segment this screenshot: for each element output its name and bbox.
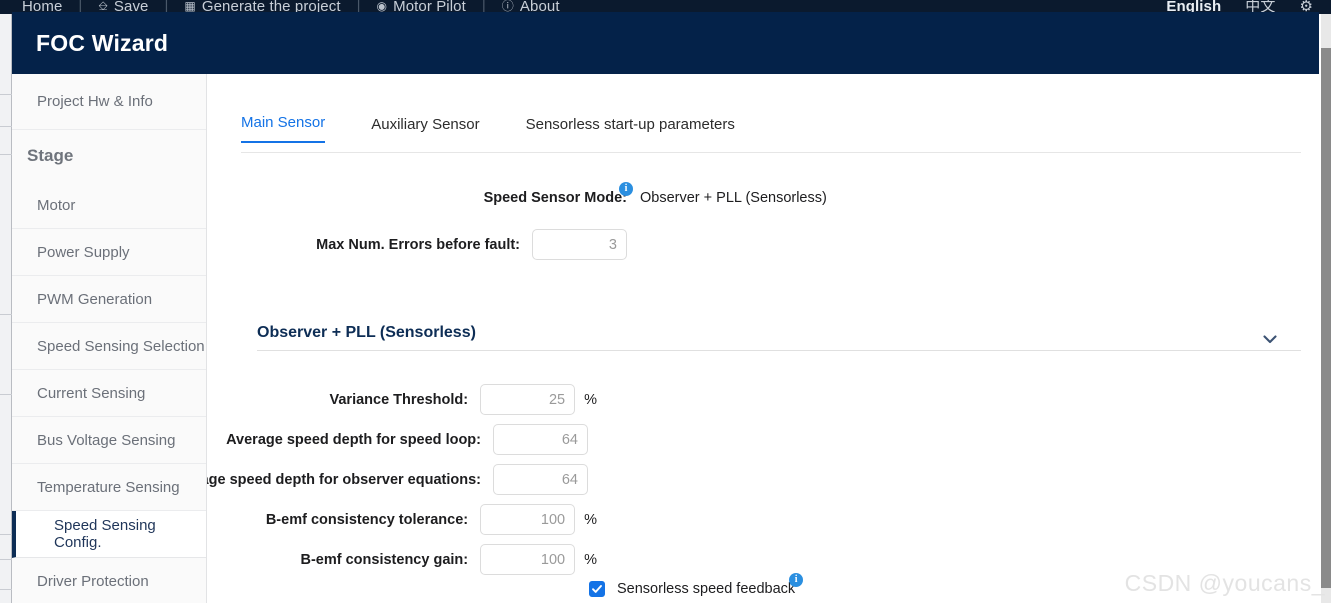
sidebar-item-power-supply[interactable]: Power Supply [12,229,206,276]
avg-speed-depth-speed-loop-row: Average speed depth for speed loop: [207,424,597,455]
max-errors-row: Max Num. Errors before fault: [207,229,627,260]
sidebar: Project Hw & Info Stage Motor Power Supp… [12,74,207,603]
tab-main-sensor[interactable]: Main Sensor [241,114,326,143]
host-vertical-scrollbar[interactable] [1321,14,1331,603]
screen-root: Home | ⎒ Save | ▦ Generate the project |… [0,0,1331,603]
avg-speed-depth-observer-input[interactable] [493,464,588,495]
tab-bar: Main Sensor Auxiliary Sensor Sensorless … [241,114,781,143]
variance-threshold-row: Variance Threshold: % [207,384,597,415]
speed-sensor-mode-label: Speed Sensor Mode: [483,190,627,206]
sidebar-item-label: Bus Voltage Sensing [37,431,176,449]
bemf-tolerance-label: B-emf consistency tolerance: [265,511,469,528]
speed-sensor-mode-value-wrap: Observer + PLL (Sensorless) [627,190,827,206]
sidebar-item-driver-protection[interactable]: Driver Protection [12,558,206,603]
sidebar-item-label: Driver Protection [37,572,149,590]
sidebar-item-label: Motor [37,196,76,214]
tab-auxiliary-sensor[interactable]: Auxiliary Sensor [371,116,479,143]
avg-speed-depth-speed-loop-label: Average speed depth for speed loop: [226,431,481,448]
sidebar-item-pwm-generation[interactable]: PWM Generation [12,276,206,323]
watermark: CSDN @youcans_ [1124,570,1325,596]
section-divider [257,350,1301,351]
variance-threshold-label: Variance Threshold: [329,391,469,408]
section-title: Observer + PLL (Sensorless) [257,324,476,341]
tab-sensorless-startup-label: Sensorless start-up parameters [525,116,735,133]
tab-auxiliary-sensor-label: Auxiliary Sensor [371,116,480,133]
sidebar-item-temperature-sensing[interactable]: Temperature Sensing [12,464,206,511]
sidebar-item-label: Project Hw & Info [37,93,153,110]
sensorless-speed-feedback-row[interactable]: Sensorless speed feedback i [589,573,804,597]
sidebar-item-speed-sensing-selection[interactable]: Speed Sensing Selection [12,323,206,370]
sidebar-item-label: Temperature Sensing [37,478,180,496]
bemf-gain-row: B-emf consistency gain: % [207,544,597,575]
bemf-tolerance-input[interactable] [480,504,576,535]
bemf-gain-label: B-emf consistency gain: [300,551,469,568]
sidebar-item-speed-sensing-config[interactable]: Speed Sensing Config. [12,511,206,558]
tab-sensorless-startup-parameters[interactable]: Sensorless start-up parameters [526,116,735,143]
bemf-gain-unit: % [584,551,597,568]
bemf-gain-input[interactable] [480,544,576,575]
wizard-header: FOC Wizard [12,12,1319,74]
avg-speed-depth-observer-label: Average speed depth for observer equatio… [207,471,481,488]
sidebar-heading-label: Stage [27,146,74,165]
bemf-tolerance-unit: % [584,511,597,528]
sidebar-item-label: Speed Sensing Config. [54,517,156,551]
info-icon[interactable]: i [789,573,804,587]
sidebar-item-motor[interactable]: Motor [12,182,206,229]
max-errors-label: Max Num. Errors before fault: [316,236,520,253]
sensorless-speed-feedback-checkbox[interactable] [589,581,605,597]
sidebar-item-label: Power Supply [37,243,130,261]
tab-main-sensor-label: Main Sensor [241,114,326,131]
sidebar-item-bus-voltage-sensing[interactable]: Bus Voltage Sensing [12,417,206,464]
scrollbar-thumb[interactable] [1321,48,1331,588]
sensorless-speed-feedback-label: Sensorless speed feedback [617,581,796,597]
variance-threshold-unit: % [584,391,597,408]
host-left-gutter [0,14,12,603]
sidebar-item-current-sensing[interactable]: Current Sensing [12,370,206,417]
tab-bar-divider [241,152,1301,153]
foc-wizard-window: FOC Wizard Project Hw & Info Stage Motor… [12,12,1319,603]
sidebar-heading-stage: Stage [12,130,206,182]
variance-threshold-input[interactable] [480,384,576,415]
max-errors-input[interactable] [532,229,627,260]
observer-pll-section-header[interactable]: Observer + PLL (Sensorless) [257,324,1301,351]
chevron-down-icon[interactable] [1261,330,1279,348]
sidebar-item-project-hw-info[interactable]: Project Hw & Info [12,74,206,130]
page-title: FOC Wizard [36,29,169,56]
bemf-tolerance-row: B-emf consistency tolerance: % [207,504,597,535]
avg-speed-depth-speed-loop-input[interactable] [493,424,588,455]
content-area: Main Sensor Auxiliary Sensor Sensorless … [207,74,1319,603]
sidebar-item-label: Speed Sensing Selection [37,337,205,355]
speed-sensor-mode-value: Observer + PLL (Sensorless) [640,190,827,206]
avg-speed-depth-observer-row: Average speed depth for observer equatio… [207,464,597,495]
sidebar-item-label: PWM Generation [37,290,153,308]
sidebar-item-label: Current Sensing [37,384,146,402]
speed-sensor-mode-row: Speed Sensor Mode: i [207,182,633,206]
